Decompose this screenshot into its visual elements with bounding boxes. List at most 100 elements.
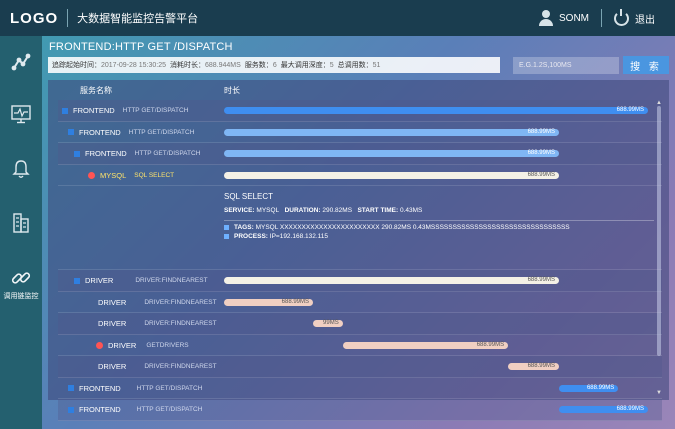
operation-name: DRIVER:FINDNEAREST bbox=[144, 363, 217, 371]
expand-icon[interactable] bbox=[224, 225, 229, 230]
service-name: DRIVER bbox=[98, 319, 127, 329]
app-title: 大数据智能监控告警平台 bbox=[77, 13, 199, 25]
duration-label: DURATION: bbox=[284, 207, 321, 214]
logout-button[interactable]: 退出 bbox=[635, 11, 655, 26]
service-name: MYSQL bbox=[100, 170, 127, 180]
span-detail-title: SQL SELECT bbox=[224, 192, 274, 201]
service-name: FRONTEND bbox=[85, 149, 127, 159]
sidebar-item-topology[interactable] bbox=[0, 42, 42, 82]
collapse-toggle-icon[interactable] bbox=[74, 277, 80, 284]
bell-icon bbox=[12, 160, 30, 178]
top-bar: LOGO 大数据智能监控告警平台 SONM 退出 bbox=[0, 0, 675, 36]
service-name: DRIVER bbox=[108, 340, 137, 350]
page-title: FRONTEND:HTTP GET /DISPATCH bbox=[49, 41, 233, 53]
duration-bar[interactable]: 688.99MS bbox=[558, 384, 619, 392]
operation-name: DRIVER:FINDNEAREST bbox=[144, 320, 217, 328]
total-calls-label: 总调用数： bbox=[337, 62, 373, 69]
table-row[interactable]: FRONTEND HTTP GET/DISPATCH 688.99MS bbox=[58, 378, 662, 399]
operation-name: HTTP GET/DISPATCH bbox=[136, 406, 203, 414]
operation-name: HTTP GET/DISPATCH bbox=[122, 107, 189, 115]
link-icon bbox=[11, 272, 31, 284]
table-row[interactable]: MYSQL SQL SELECT 688.99MS bbox=[58, 165, 662, 186]
table-row[interactable]: FRONTEND HTTP GET/DISPATCH 688.99MS bbox=[58, 100, 662, 122]
table-row[interactable]: DRIVER GETDRIVERS 688.99MS bbox=[58, 335, 662, 356]
start-time-label: 追踪起始时间： bbox=[52, 62, 101, 69]
search-button[interactable]: 搜 索 bbox=[623, 56, 669, 74]
service-label: SERVICE: bbox=[224, 207, 255, 214]
sidebar-item-resources[interactable] bbox=[0, 203, 42, 243]
table-row[interactable]: FRONTEND HTTP GET/DISPATCH 688.99MS bbox=[58, 399, 662, 421]
operation-name: GETDRIVERS bbox=[146, 341, 189, 349]
service-value: MYSQL bbox=[256, 207, 280, 214]
monitor-icon bbox=[11, 105, 31, 124]
table-row[interactable]: DRIVER DRIVER:FINDNEAREST 688.99MS bbox=[58, 292, 662, 313]
trace-rows: FRONTEND HTTP GET/DISPATCH 688.99MS FRON… bbox=[58, 100, 662, 421]
span-tags: TAGS: MYSQL XXXXXXXXXXXXXXXXXXXXXXX 290.… bbox=[224, 224, 570, 231]
table-row[interactable]: FRONTEND HTTP GET/DISPATCH 688.99MS bbox=[58, 122, 662, 143]
user-name[interactable]: SONM bbox=[559, 13, 589, 24]
scroll-down-icon[interactable]: ▼ bbox=[656, 390, 662, 396]
operation-name: DRIVER:FINDNEAREST bbox=[135, 277, 208, 285]
operation-name: HTTP GET/DISPATCH bbox=[128, 128, 195, 136]
collapse-toggle-icon[interactable] bbox=[74, 150, 80, 157]
table-row[interactable]: FRONTEND HTTP GET/DISPATCH 688.99MS bbox=[58, 143, 662, 165]
collapse-toggle-icon[interactable] bbox=[68, 129, 74, 136]
duration-bar[interactable]: 688.99MS bbox=[224, 107, 648, 114]
table-row[interactable]: DRIVER DRIVER:FINDNEAREST 688.99MS bbox=[58, 356, 662, 378]
expand-toggle-icon[interactable] bbox=[68, 385, 74, 392]
service-name: DRIVER bbox=[98, 362, 127, 372]
span-detail-meta: SERVICE: MYSQL DURATION: 290.82MS START … bbox=[224, 207, 422, 214]
duration-bar[interactable]: 99MS bbox=[313, 320, 343, 327]
duration-value: 688.944MS bbox=[205, 61, 241, 69]
duration-bar[interactable]: 688.99MS bbox=[224, 171, 559, 179]
duration-value: 290.82MS bbox=[322, 207, 353, 214]
sidebar-item-monitor[interactable] bbox=[0, 94, 42, 134]
trace-info-bar: 追踪起始时间： 2017-09-28 15:30:25 消耗时长： 688.94… bbox=[48, 57, 500, 73]
operation-name: DRIVER:FINDNEAREST bbox=[144, 298, 217, 306]
duration-label: 消耗时长： bbox=[170, 62, 205, 69]
scrollbar[interactable]: ▲ ▼ bbox=[656, 100, 662, 396]
service-count-label: 服务数： bbox=[244, 62, 273, 69]
service-name: FRONTEND bbox=[79, 127, 121, 137]
logo: LOGO bbox=[10, 9, 59, 27]
start-time-value: 2017-09-28 15:30:25 bbox=[101, 61, 166, 69]
service-name: DRIVER bbox=[98, 297, 127, 307]
process-label: PROCESS: bbox=[234, 233, 268, 240]
service-count-value: 6 bbox=[272, 61, 277, 69]
span-detail-panel: SQL SELECT SERVICE: MYSQL DURATION: 290.… bbox=[58, 186, 662, 270]
service-name: FRONTEND bbox=[79, 383, 121, 393]
user-area: SONM 退出 bbox=[539, 0, 655, 36]
duration-bar[interactable]: 688.99MS bbox=[558, 406, 648, 413]
error-dot-icon bbox=[96, 341, 103, 349]
expand-icon[interactable] bbox=[224, 234, 229, 239]
column-header-service: 服务名称 bbox=[80, 86, 112, 95]
operation-name: HTTP GET/DISPATCH bbox=[134, 150, 201, 158]
duration-bar[interactable]: 688.99MS bbox=[224, 277, 559, 284]
table-row[interactable]: DRIVER DRIVER:FINDNEAREST 688.99MS bbox=[58, 270, 662, 292]
operation-name: HTTP GET/DISPATCH bbox=[136, 384, 203, 392]
span-process: PROCESS: IP=192.168.132.115 bbox=[224, 233, 328, 240]
duration-bar[interactable]: 688.99MS bbox=[224, 128, 559, 136]
sidebar-item-alerts[interactable] bbox=[0, 149, 42, 189]
duration-bar[interactable]: 688.99MS bbox=[224, 150, 559, 157]
sidebar-item-trace[interactable]: 调用链监控 bbox=[0, 260, 42, 308]
duration-bar[interactable]: 688.99MS bbox=[342, 341, 509, 349]
divider bbox=[601, 9, 602, 27]
service-name: FRONTEND bbox=[79, 405, 121, 415]
duration-bar[interactable]: 688.99MS bbox=[224, 298, 314, 306]
duration-bar[interactable]: 688.99MS bbox=[508, 363, 559, 370]
table-row[interactable]: DRIVER DRIVER:FINDNEAREST 99MS bbox=[58, 313, 662, 335]
sidebar: 调用链监控 bbox=[0, 36, 42, 429]
divider bbox=[67, 9, 69, 27]
collapse-toggle-icon[interactable] bbox=[62, 107, 68, 114]
user-icon bbox=[539, 10, 553, 26]
expand-toggle-icon[interactable] bbox=[68, 406, 74, 413]
start-time-label: START TIME: bbox=[357, 207, 399, 214]
power-icon[interactable] bbox=[614, 8, 629, 26]
trace-header: FRONTEND:HTTP GET /DISPATCH 追踪起始时间： 2017… bbox=[42, 36, 675, 80]
search-input[interactable] bbox=[513, 57, 619, 74]
operation-name: SQL SELECT bbox=[134, 171, 175, 179]
max-depth-label: 最大调用深度： bbox=[280, 62, 330, 69]
scroll-thumb[interactable] bbox=[657, 106, 661, 356]
tags-label: TAGS: bbox=[234, 224, 254, 231]
